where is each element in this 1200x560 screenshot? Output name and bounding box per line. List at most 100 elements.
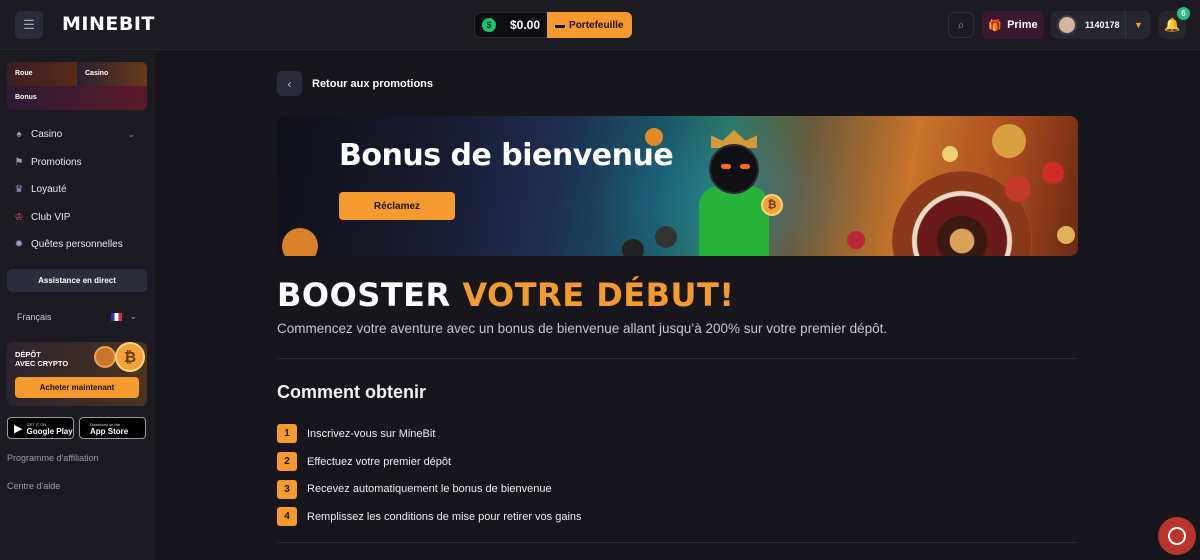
france-flag-icon <box>111 312 123 321</box>
step-label: Remplissez les conditions de mise pour r… <box>307 510 582 523</box>
sidebar-item-label: Loyauté <box>31 184 67 196</box>
sidebar-item-label: Promotions <box>31 156 82 168</box>
chevron-down-icon[interactable]: ⌄ <box>127 129 135 140</box>
chip-image <box>847 231 865 249</box>
language-selector[interactable]: Français ⌄ <box>17 311 137 322</box>
banner-title: Bonus de bienvenue <box>339 138 674 173</box>
wallet-label: Portefeuille <box>569 19 624 31</box>
hero-title-orange: VOTRE DÉBUT! <box>462 276 735 314</box>
promo-card-casino[interactable]: Casino <box>77 62 147 86</box>
crypto-deposit-banner: DÉPÔT AVEC CRYPTO ₿ Acheter maintenant <box>7 342 147 406</box>
chevron-down-icon[interactable]: ▼ <box>1125 11 1151 39</box>
search-icon: ⌕ <box>957 17 965 32</box>
avatar <box>1057 15 1077 35</box>
list-item: 3 Recevez automatiquement le bonus de bi… <box>277 475 582 503</box>
flag-icon: ⚑ <box>14 156 24 168</box>
sidebar-item-promotions[interactable]: ⚑ Promotions <box>0 149 155 177</box>
google-play-badge[interactable]: ▶ GET IT ON Google Play <box>7 417 74 439</box>
divider <box>277 358 1077 359</box>
chip-image <box>1042 162 1064 184</box>
step-label: Recevez automatiquement le bonus de bien… <box>307 483 552 496</box>
chevron-down-icon: ⌄ <box>129 311 137 321</box>
sidebar: Roue Casino Bonus ♠ Casino ⌄ ⚑ Promotion… <box>0 51 155 560</box>
prime-label: Prime <box>1007 19 1038 31</box>
chip-image <box>282 228 318 256</box>
live-chat-button[interactable] <box>1158 517 1196 555</box>
mascot-body <box>699 186 769 256</box>
main-content: ‹ Retour aux promotions ₿ Bonus de bienv… <box>155 51 1200 560</box>
step-number: 1 <box>277 424 297 444</box>
sidebar-item-club-vip[interactable]: ♔ Club VIP <box>0 204 155 232</box>
help-center-link[interactable]: Centre d'aide <box>7 481 60 491</box>
logo[interactable]: MINEBIT <box>62 13 155 35</box>
trophy-icon: ♛ <box>14 184 24 196</box>
step-label: Effectuez votre premier dépôt <box>307 455 452 468</box>
app-store-label: App Store <box>90 427 129 436</box>
crown-icon: ♔ <box>14 211 24 223</box>
list-item: 2 Effectuez votre premier dépôt <box>277 448 582 476</box>
top-bar: ☰ MINEBIT $ $0.00 ▬ Portefeuille ⌕ 🎁 Pri… <box>0 0 1200 50</box>
collapse-menu-icon: ☰ <box>23 17 35 32</box>
chip-image <box>1005 176 1031 202</box>
app-store-badge[interactable]: Download on the App Store <box>79 417 146 439</box>
list-item: 1 Inscrivez-vous sur MineBit <box>277 420 582 448</box>
sidebar-item-label: Quêtes personnelles <box>31 239 123 251</box>
hero-title-white: BOOSTER <box>277 276 451 314</box>
spade-icon: ♠ <box>16 129 22 141</box>
sidebar-item-label: Casino <box>31 129 63 141</box>
claim-button[interactable]: Réclamez <box>339 192 455 220</box>
hero-title: BOOSTER VOTRE DÉBUT! <box>277 276 734 314</box>
back-button[interactable]: ‹ <box>277 71 302 96</box>
user-id: 1140178 <box>1085 20 1120 30</box>
promo-card-roue[interactable]: Roue <box>7 62 77 86</box>
divider <box>277 542 1077 543</box>
mascot-eye <box>721 164 731 169</box>
sidebar-item-label: Club VIP <box>31 211 71 223</box>
dollar-coin-icon: $ <box>482 18 496 32</box>
sidebar-item-loyaute[interactable]: ♛ Loyauté <box>0 176 155 204</box>
google-play-icon: ▶ <box>14 422 23 435</box>
prime-button[interactable]: 🎁 Prime <box>982 11 1044 39</box>
crypto-title-line2: AVEC CRYPTO <box>15 359 69 368</box>
sidebar-item-casino[interactable]: ♠ Casino ⌄ <box>0 121 155 149</box>
chip-image <box>992 124 1026 158</box>
step-number: 2 <box>277 452 297 472</box>
chip-image <box>655 226 677 248</box>
wallet-icon: ▬ <box>555 19 566 31</box>
promo-cards: Roue Casino Bonus <box>7 62 147 110</box>
list-item: 4 Remplissez les conditions de mise pour… <box>277 503 582 531</box>
chip-image <box>622 239 644 256</box>
bitcoin-icon: ₿ <box>115 342 145 372</box>
collapse-menu-button[interactable]: ☰ <box>15 11 43 39</box>
coin-icon <box>94 346 116 368</box>
affiliate-link[interactable]: Programme d'affiliation <box>7 453 99 463</box>
hero-subtitle: Commencez votre aventure avec un bonus d… <box>277 321 888 336</box>
sidebar-item-quetes[interactable]: ✹ Quêtes personnelles <box>0 231 155 259</box>
step-number: 4 <box>277 507 297 527</box>
section-title: Comment obtenir <box>277 382 427 402</box>
back-label[interactable]: Retour aux promotions <box>312 78 433 90</box>
chevron-left-icon: ‹ <box>287 76 292 91</box>
promo-card-bonus[interactable]: Bonus <box>7 86 147 110</box>
balance: $0.00 <box>510 18 541 32</box>
language-label: Français <box>17 311 52 322</box>
step-label: Inscrivez-vous sur MineBit <box>307 427 436 440</box>
user-menu[interactable]: 1140178 ▼ <box>1051 11 1151 39</box>
wallet-button[interactable]: ▬ Portefeuille <box>547 12 632 38</box>
welcome-bonus-banner: ₿ Bonus de bienvenue Réclamez <box>277 116 1078 256</box>
chip-image <box>1057 226 1075 244</box>
step-number: 3 <box>277 479 297 499</box>
crypto-title-line1: DÉPÔT <box>15 350 41 359</box>
chip-image <box>942 146 958 162</box>
settings-icon: ✹ <box>14 239 24 251</box>
wallet-widget: $ $0.00 ▬ Portefeuille <box>474 12 632 38</box>
mascot-head <box>709 144 759 194</box>
notifications-button[interactable]: 🔔 6 <box>1159 7 1190 39</box>
buy-now-button[interactable]: Acheter maintenant <box>15 377 139 398</box>
steps-list: 1 Inscrivez-vous sur MineBit 2 Effectuez… <box>277 420 582 531</box>
live-support-button[interactable]: Assistance en direct <box>7 269 147 292</box>
search-button[interactable]: ⌕ <box>948 12 974 38</box>
sidebar-nav: ♠ Casino ⌄ ⚑ Promotions ♛ Loyauté ♔ Club… <box>0 121 155 259</box>
bell-icon: 🔔 <box>1164 17 1181 32</box>
gift-icon: 🎁 <box>988 19 1003 32</box>
